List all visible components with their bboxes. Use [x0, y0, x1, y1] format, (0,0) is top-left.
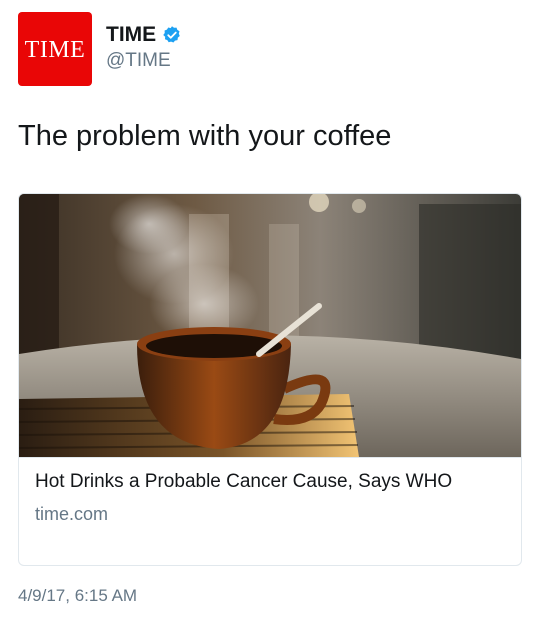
card-domain: time.com — [35, 504, 109, 524]
avatar[interactable]: TIME — [18, 12, 92, 86]
name-row: TIME — [106, 23, 182, 47]
verified-badge-icon — [163, 26, 180, 43]
tweet-header: TIME TIME @TIME — [18, 12, 182, 86]
card-title[interactable]: Hot Drinks a Probable Cancer Cause, Says… — [35, 469, 505, 494]
account-handle[interactable]: @TIME — [106, 50, 182, 72]
link-card[interactable]: Hot Drinks a Probable Cancer Cause, Says… — [18, 193, 522, 566]
avatar-logo-text: TIME — [24, 36, 86, 63]
tweet-timestamp[interactable]: 4/9/17, 6:15 AM — [18, 586, 137, 606]
card-body: Hot Drinks a Probable Cancer Cause, Says… — [19, 458, 521, 525]
tweet-text: The problem with your coffee — [18, 120, 392, 152]
display-name[interactable]: TIME — [106, 23, 156, 47]
card-image-coffee-cup — [19, 194, 521, 458]
account-names: TIME @TIME — [106, 12, 182, 72]
